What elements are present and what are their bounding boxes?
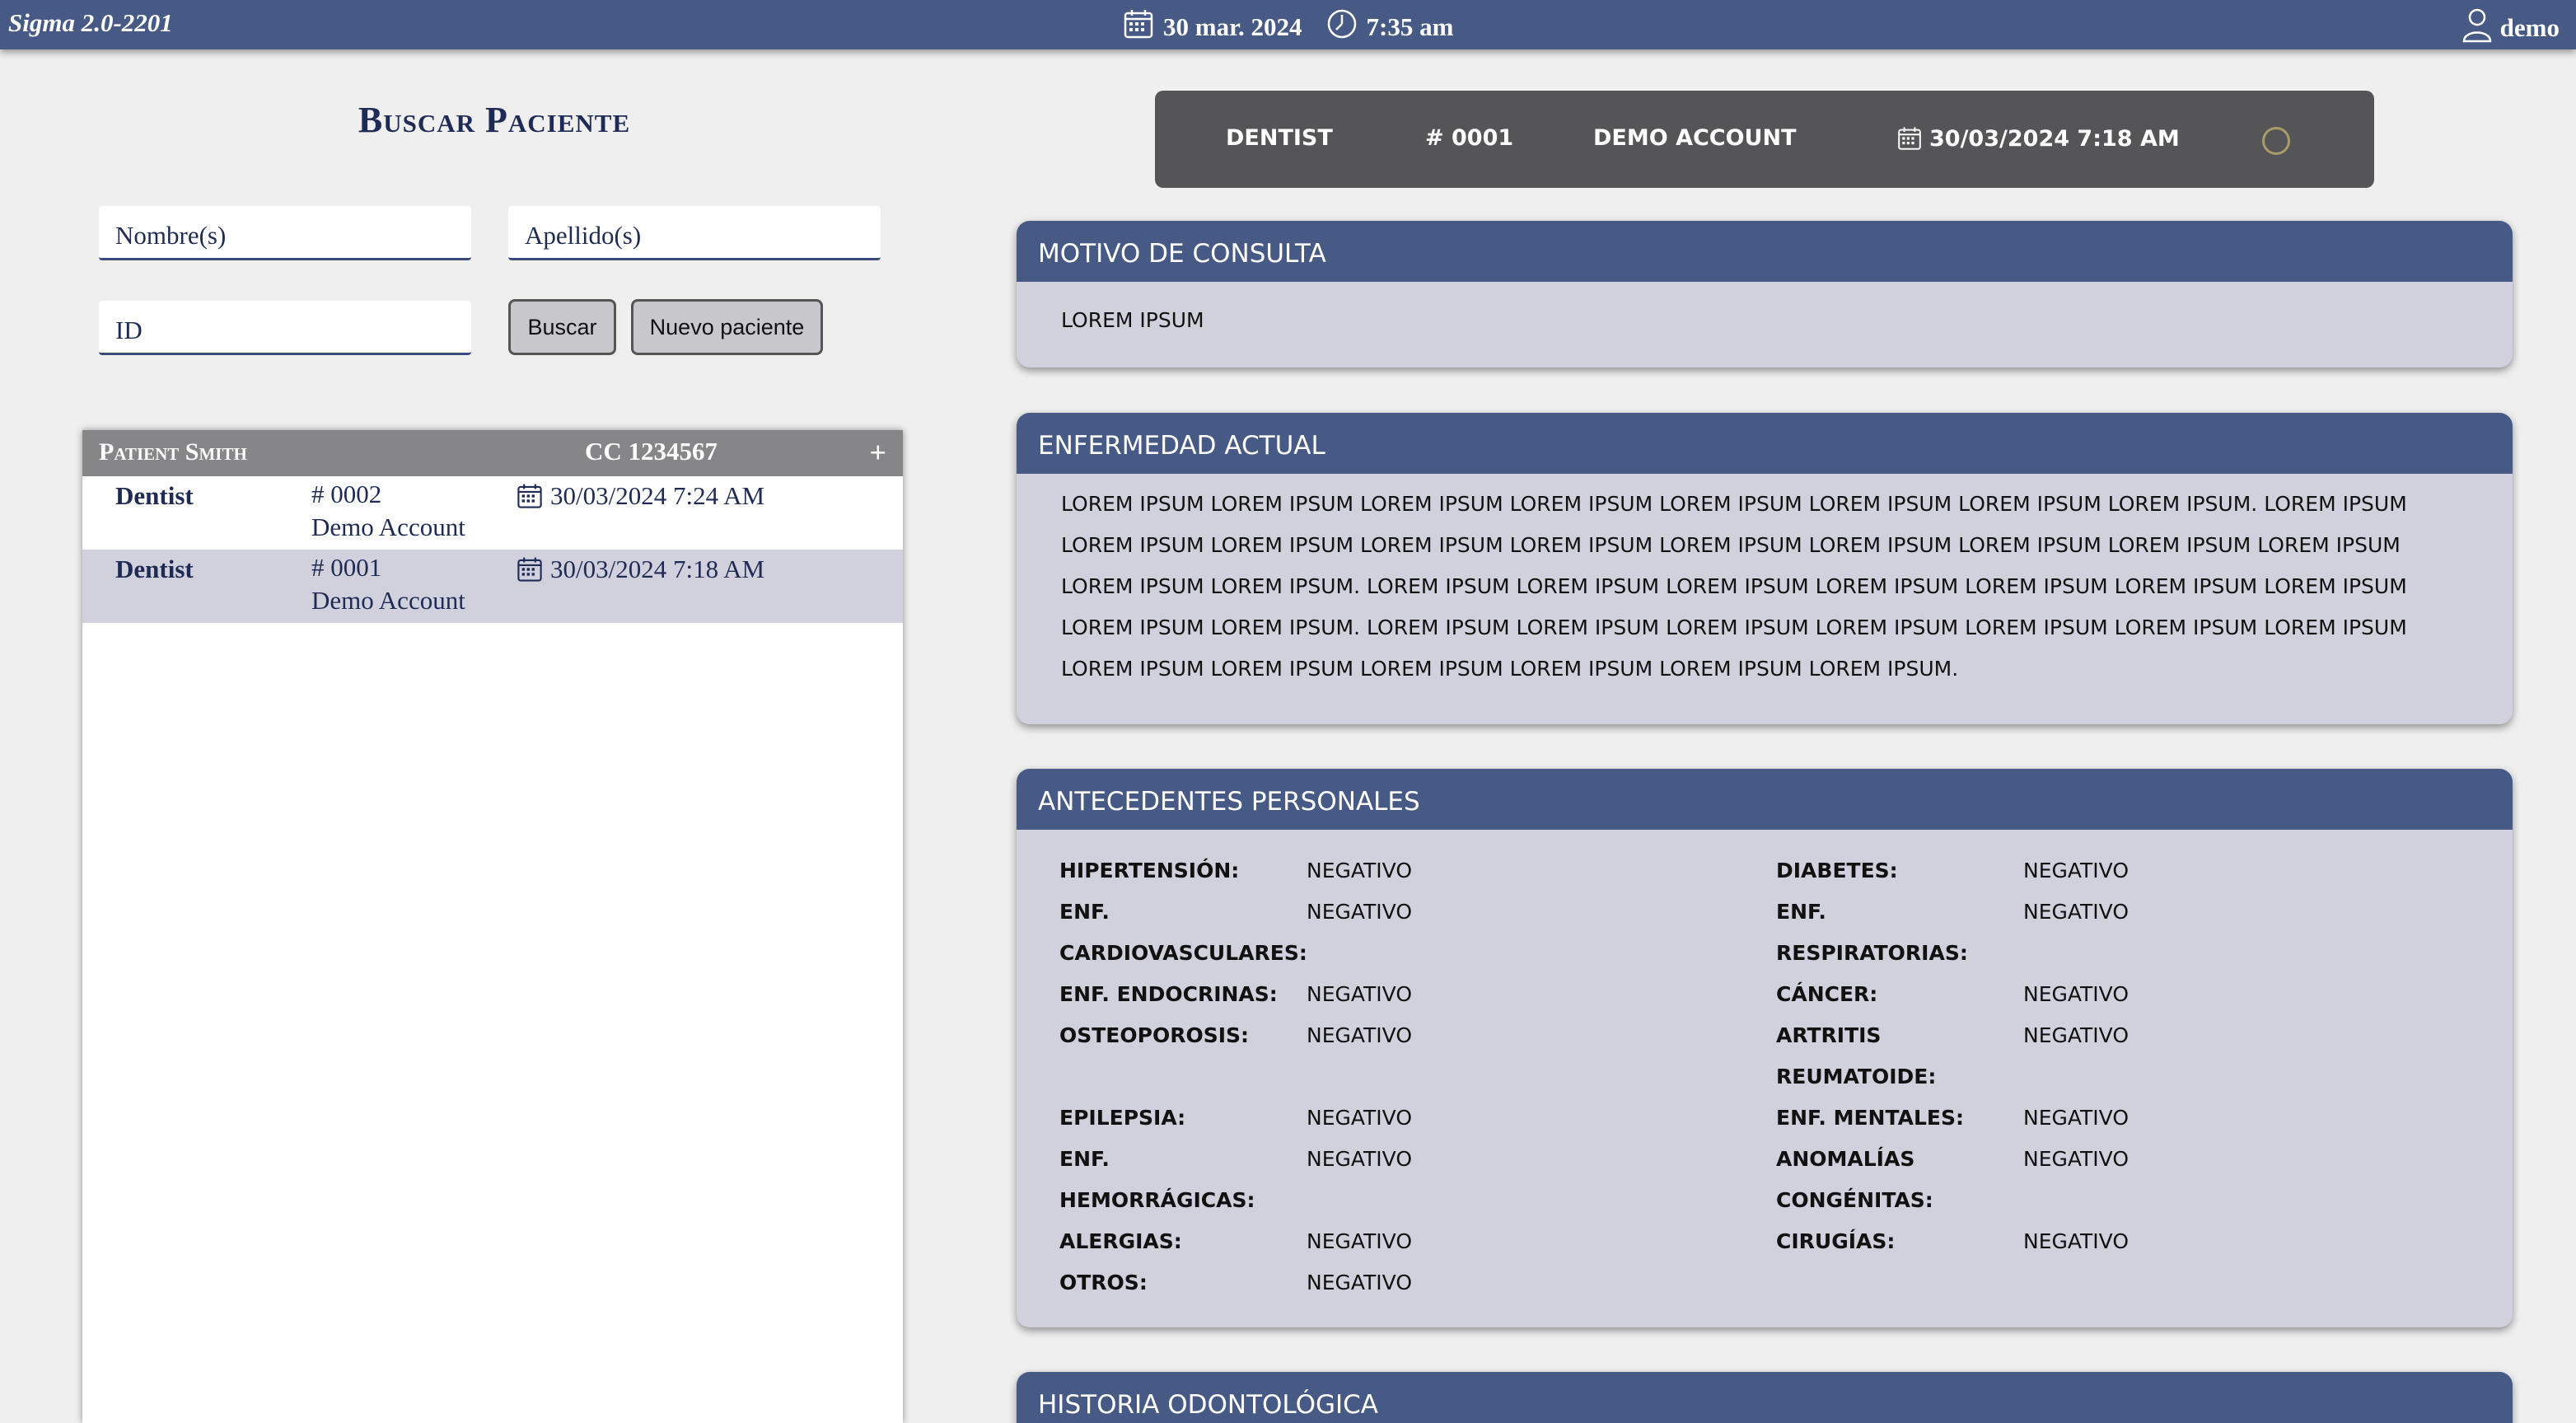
user-menu[interactable]: demo xyxy=(2461,7,2560,49)
patient-header: Patient Smith CC 1234567 + xyxy=(82,430,903,476)
user-icon xyxy=(2461,7,2500,49)
ap-value: NEGATIVO xyxy=(1307,1229,1413,1253)
current-date: 30 mar. 2024 xyxy=(1163,12,1302,41)
visit-role: Dentist xyxy=(115,481,194,510)
antecedentes-card: ANTECEDENTES PERSONALES HIPERTENSIÓN: NE… xyxy=(1017,769,2513,1327)
ap-value: NEGATIVO xyxy=(2023,859,2130,882)
patient-name: Patient Smith xyxy=(99,438,247,466)
ap-label: OSTEOPOROSIS: xyxy=(1059,1023,1250,1047)
visit-date: 30/03/2024 7:18 AM xyxy=(1896,125,2180,152)
calendar-icon xyxy=(1122,7,1155,47)
visit-number: # 0001 xyxy=(1425,125,1514,151)
visit-date: 30/03/2024 7:18 AM xyxy=(516,555,764,584)
ap-label: ENF. HEMORRÁGICAS: xyxy=(1059,1147,1255,1212)
datetime-display: 30 mar. 2024 7:35 am xyxy=(1122,7,1453,47)
ap-value: NEGATIVO xyxy=(2023,1106,2130,1130)
motivo-title: MOTIVO DE CONSULTA xyxy=(1017,221,2513,282)
ap-label: ENF. CARDIOVASCULARES: xyxy=(1059,900,1307,965)
visit-account: Demo Account xyxy=(311,586,465,615)
visit-date: 30/03/2024 7:24 AM xyxy=(516,481,764,511)
username: demo xyxy=(2499,13,2560,42)
add-visit-button[interactable]: + xyxy=(869,435,886,470)
buscar-button[interactable]: Buscar xyxy=(508,299,616,355)
ap-value: NEGATIVO xyxy=(1307,1147,1413,1171)
visit-role: DENTIST xyxy=(1226,125,1333,151)
visit-date-text: 30/03/2024 7:18 AM xyxy=(1929,125,2180,152)
clock-icon xyxy=(1325,7,1358,47)
calendar-icon xyxy=(1898,127,1921,150)
ap-label: ENF. ENDOCRINAS: xyxy=(1059,982,1278,1006)
calendar-icon xyxy=(517,484,542,508)
ap-label: ARTRITIS REUMATOIDE: xyxy=(1776,1023,1937,1088)
ap-label: CIRUGÍAS: xyxy=(1776,1229,1896,1253)
visit-row-selected[interactable]: Dentist # 0001 Demo Account 30/03/2024 7… xyxy=(82,550,903,623)
patient-visit-list: Patient Smith CC 1234567 + Dentist # 000… xyxy=(82,430,903,1423)
ap-label: DIABETES: xyxy=(1776,859,1898,882)
visit-info-bar: DENTIST # 0001 DEMO ACCOUNT 30/03/2024 7… xyxy=(1155,91,2374,188)
app-title: Sigma 2.0-2201 xyxy=(8,8,173,37)
ap-value: NEGATIVO xyxy=(2023,900,2130,924)
ap-value: NEGATIVO xyxy=(2023,1023,2130,1047)
search-title: Buscar Paciente xyxy=(358,100,631,140)
ap-label: HIPERTENSIÓN: xyxy=(1059,859,1240,882)
id-input[interactable]: ID xyxy=(99,301,471,355)
visit-date-text: 30/03/2024 7:24 AM xyxy=(550,481,765,510)
nuevo-paciente-button[interactable]: Nuevo paciente xyxy=(631,299,823,355)
ap-value: NEGATIVO xyxy=(2023,982,2130,1006)
visit-number: # 0002 xyxy=(311,480,382,508)
enfermedad-text: LOREM IPSUM LOREM IPSUM LOREM IPSUM LORE… xyxy=(1061,492,2407,681)
historia-title: HISTORIA ODONTOLÓGICA xyxy=(1017,1372,2513,1423)
motivo-text: LOREM IPSUM xyxy=(1061,308,1204,332)
top-bar: Sigma 2.0-2201 30 mar. 2024 7:35 am demo xyxy=(0,0,2576,49)
patient-cc: CC 1234567 xyxy=(585,437,718,466)
ap-value: NEGATIVO xyxy=(2023,1229,2130,1253)
calendar-icon xyxy=(517,557,542,582)
ap-label: ALERGIAS: xyxy=(1059,1229,1182,1253)
current-time: 7:35 am xyxy=(1366,12,1454,41)
enfermedad-card: ENFERMEDAD ACTUAL LOREM IPSUM LOREM IPSU… xyxy=(1017,413,2513,724)
ap-label: OTROS: xyxy=(1059,1271,1148,1294)
enfermedad-title: ENFERMEDAD ACTUAL xyxy=(1017,413,2513,474)
ap-value: NEGATIVO xyxy=(2023,1147,2130,1171)
apellido-input[interactable]: Apellido(s) xyxy=(508,206,881,260)
motivo-card: MOTIVO DE CONSULTA LOREM IPSUM xyxy=(1017,221,2513,367)
ap-label: ANOMALÍAS CONGÉNITAS: xyxy=(1776,1147,1933,1212)
visit-number: # 0001 xyxy=(311,553,382,582)
ap-label: ENF. MENTALES: xyxy=(1776,1106,1964,1130)
ap-value: NEGATIVO xyxy=(1307,1023,1413,1047)
ap-value: NEGATIVO xyxy=(1307,900,1413,924)
visit-row[interactable]: Dentist # 0002 Demo Account 30/03/2024 7… xyxy=(82,476,903,550)
nombre-input[interactable]: Nombre(s) xyxy=(99,206,471,260)
ap-label: ENF. RESPIRATORIAS: xyxy=(1776,900,1968,965)
visit-account: DEMO ACCOUNT xyxy=(1593,125,1797,151)
ap-value: NEGATIVO xyxy=(1307,982,1413,1006)
visit-role: Dentist xyxy=(115,555,194,583)
ap-value: NEGATIVO xyxy=(1307,1271,1413,1294)
ap-label: EPILEPSIA: xyxy=(1059,1106,1186,1130)
antecedentes-title: ANTECEDENTES PERSONALES xyxy=(1017,769,2513,830)
ap-label: CÁNCER: xyxy=(1776,982,1878,1006)
historia-card: HISTORIA ODONTOLÓGICA xyxy=(1017,1372,2513,1423)
ap-value: NEGATIVO xyxy=(1307,859,1413,882)
ap-value: NEGATIVO xyxy=(1307,1106,1413,1130)
visit-date-text: 30/03/2024 7:18 AM xyxy=(550,555,765,583)
status-indicator[interactable] xyxy=(2262,127,2290,155)
visit-account: Demo Account xyxy=(311,513,465,541)
